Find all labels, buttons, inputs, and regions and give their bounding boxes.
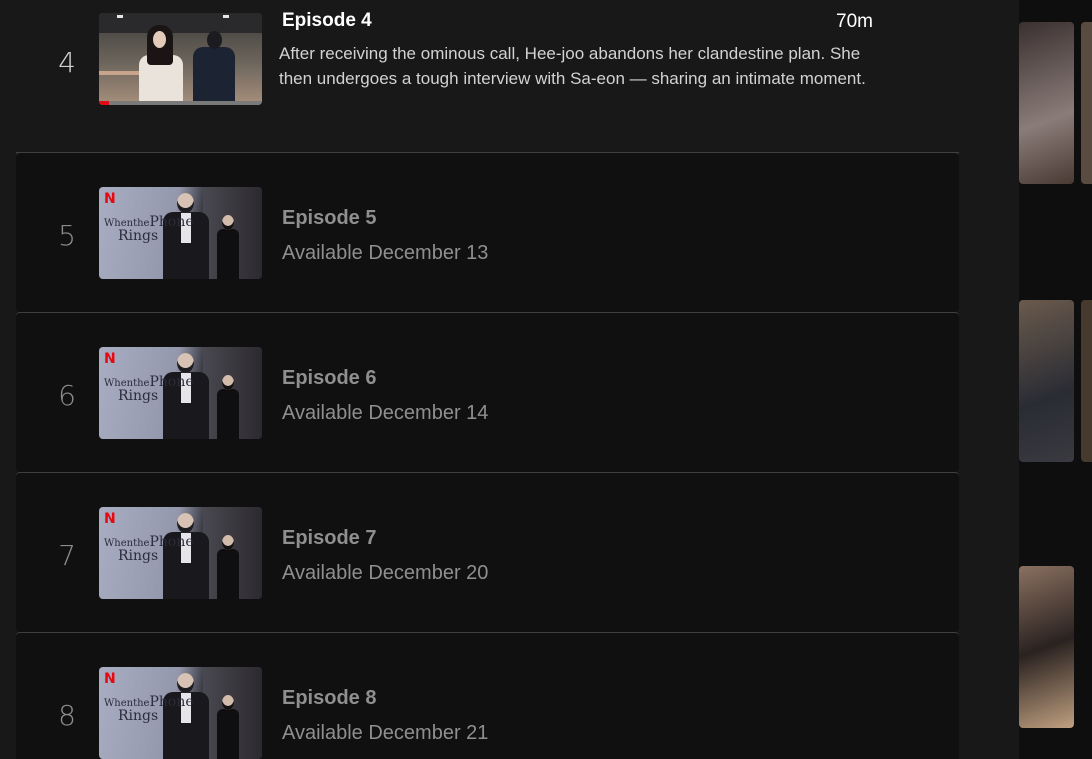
episode-duration: 70m bbox=[836, 11, 873, 32]
episode-thumbnail[interactable]: N WhenthePhone Rings bbox=[99, 187, 262, 279]
background-card bbox=[1019, 22, 1074, 184]
series-poster-image: N WhenthePhone Rings bbox=[99, 187, 262, 279]
episode-availability: Available December 21 bbox=[282, 722, 489, 744]
episode-row-6[interactable]: 6 N WhenthePhone Rings Episode 6 Availabl… bbox=[16, 312, 959, 472]
poster-title: WhenthePhone Rings bbox=[104, 214, 194, 244]
episode-row-8[interactable]: 8 N WhenthePhone Rings Episode 8 Availabl… bbox=[16, 632, 959, 759]
episode-row-5[interactable]: 5 N WhenthePhone Rings Episode 5 Availabl… bbox=[16, 152, 959, 312]
episode-row-4[interactable]: 4 Episode 4 70m After receiving the omin… bbox=[16, 0, 959, 153]
episode-thumbnail[interactable]: N WhenthePhone Rings bbox=[99, 667, 262, 759]
poster-title: WhenthePhone Rings bbox=[104, 534, 194, 564]
episode-availability: Available December 13 bbox=[282, 242, 489, 264]
background-card bbox=[1019, 300, 1074, 462]
episode-row-7[interactable]: 7 N WhenthePhone Rings Episode 7 Availabl… bbox=[16, 472, 959, 632]
episode-thumbnail[interactable] bbox=[99, 13, 262, 105]
watch-progress-bar bbox=[99, 101, 262, 105]
netflix-logo-icon: N bbox=[104, 191, 116, 207]
netflix-logo-icon: N bbox=[104, 671, 116, 687]
poster-title: WhenthePhone Rings bbox=[104, 694, 194, 724]
watch-progress-fill bbox=[99, 101, 109, 105]
netflix-logo-icon: N bbox=[104, 511, 116, 527]
page: 4 Episode 4 70m After receiving the omin… bbox=[0, 0, 1092, 759]
series-poster-image: N WhenthePhone Rings bbox=[99, 507, 262, 599]
episode-description: After receiving the ominous call, Hee-jo… bbox=[279, 44, 866, 88]
background-card bbox=[1081, 300, 1092, 462]
episode-list-modal: 4 Episode 4 70m After receiving the omin… bbox=[0, 0, 1019, 759]
episode-title: Episode 4 bbox=[282, 10, 372, 31]
episode-availability: Available December 14 bbox=[282, 402, 489, 424]
episode-title: Episode 6 bbox=[282, 367, 377, 389]
episode-availability: Available December 20 bbox=[282, 562, 489, 584]
background-content bbox=[1019, 0, 1092, 759]
netflix-logo-icon: N bbox=[104, 351, 116, 367]
episode-title: Episode 5 bbox=[282, 207, 377, 229]
episode-still-image bbox=[99, 13, 262, 105]
series-poster-image: N WhenthePhone Rings bbox=[99, 347, 262, 439]
poster-title: WhenthePhone Rings bbox=[104, 374, 194, 404]
background-card bbox=[1081, 22, 1092, 184]
episode-thumbnail[interactable]: N WhenthePhone Rings bbox=[99, 507, 262, 599]
series-poster-image: N WhenthePhone Rings bbox=[99, 667, 262, 759]
episode-title: Episode 8 bbox=[282, 687, 377, 709]
episode-thumbnail[interactable]: N WhenthePhone Rings bbox=[99, 347, 262, 439]
episode-title: Episode 7 bbox=[282, 527, 377, 549]
background-card bbox=[1019, 566, 1074, 728]
